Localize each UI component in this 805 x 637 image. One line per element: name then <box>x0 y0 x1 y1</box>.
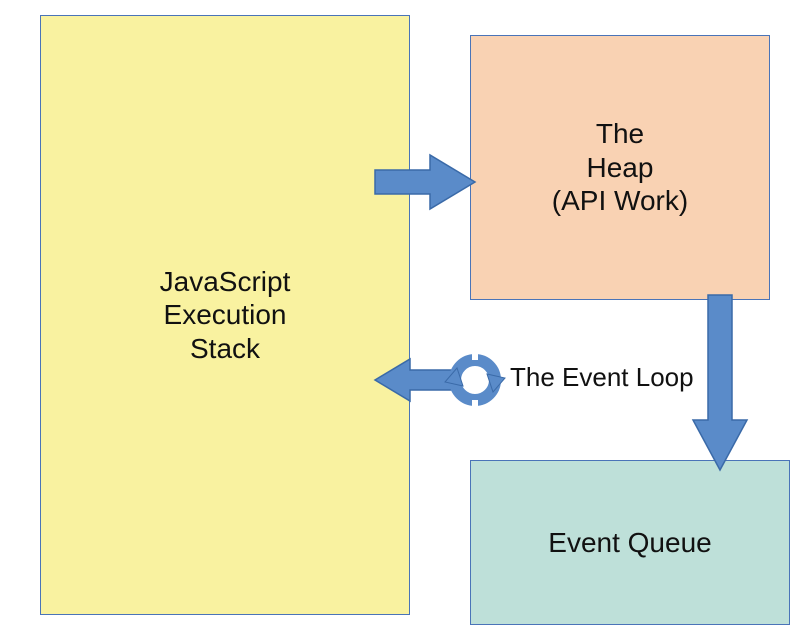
box-event-queue-label: Event Queue <box>548 526 711 560</box>
diagram-canvas: JavaScript Execution Stack The Heap (API… <box>0 0 805 637</box>
box-execution-stack: JavaScript Execution Stack <box>40 15 410 615</box>
box-event-queue: Event Queue <box>470 460 790 625</box>
arrow-heap-to-queue <box>690 295 750 470</box>
box-heap-label: The Heap (API Work) <box>552 117 688 218</box>
event-loop-icon <box>375 345 500 415</box>
label-event-loop: The Event Loop <box>510 362 694 393</box>
box-heap: The Heap (API Work) <box>470 35 770 300</box>
arrow-stack-to-heap <box>375 152 475 212</box>
box-execution-stack-label: JavaScript Execution Stack <box>160 265 291 366</box>
label-event-loop-text: The Event Loop <box>510 362 694 392</box>
